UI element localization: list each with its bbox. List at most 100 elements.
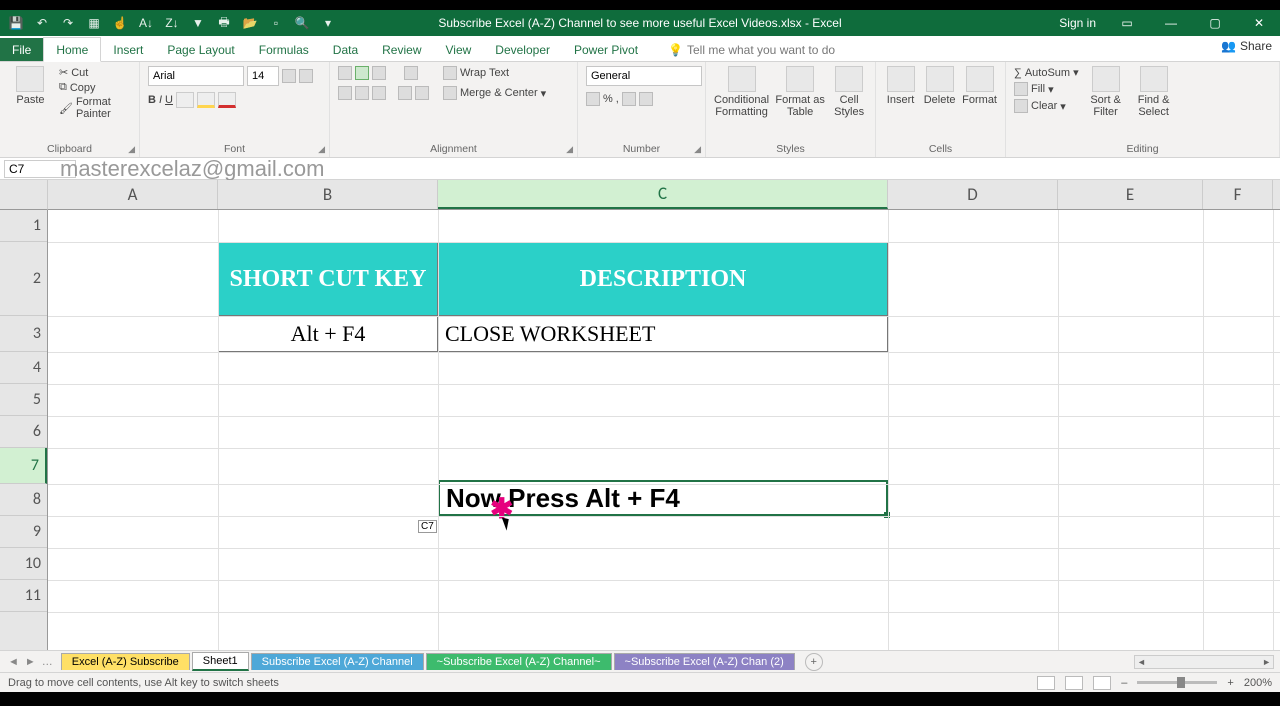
format-cells-button[interactable]: Format xyxy=(962,66,997,106)
align-top-icon[interactable] xyxy=(338,66,352,80)
grid[interactable]: SHORT CUT KEY DESCRIPTION Alt + F4 CLOSE… xyxy=(48,210,1280,650)
close-icon[interactable]: ✕ xyxy=(1246,16,1272,30)
tab-view[interactable]: View xyxy=(434,38,484,61)
row-header-3[interactable]: 3 xyxy=(0,316,47,352)
col-header-c[interactable]: C xyxy=(438,180,888,209)
align-left-icon[interactable] xyxy=(338,86,352,100)
qat-icon[interactable]: ▦ xyxy=(86,15,102,31)
decrease-decimal-icon[interactable] xyxy=(639,92,653,106)
sheet-tab-3[interactable]: Subscribe Excel (A-Z) Channel xyxy=(251,653,424,670)
tell-me[interactable]: 💡Tell me what you want to do xyxy=(656,38,847,61)
tab-page-layout[interactable]: Page Layout xyxy=(155,38,246,61)
font-color-button[interactable] xyxy=(218,92,236,108)
row-header-2[interactable]: 2 xyxy=(0,242,47,316)
fill-button[interactable]: Fill ▾ xyxy=(1014,82,1079,96)
copy-button[interactable]: ⧉Copy xyxy=(59,81,131,94)
align-center-icon[interactable] xyxy=(355,86,369,100)
format-as-table-button[interactable]: Format as Table xyxy=(775,66,825,118)
tab-nav-more-icon[interactable]: … xyxy=(42,656,53,668)
preview-icon[interactable]: 🔍 xyxy=(294,15,310,31)
sheet-tab-5[interactable]: ~Subscribe Excel (A-Z) Chan (2) xyxy=(614,653,795,670)
tab-file[interactable]: File xyxy=(0,38,43,61)
insert-cells-button[interactable]: Insert xyxy=(884,66,917,106)
touch-icon[interactable]: ☝ xyxy=(112,15,128,31)
border-button[interactable] xyxy=(176,92,194,108)
increase-decimal-icon[interactable] xyxy=(622,92,636,106)
currency-icon[interactable] xyxy=(586,92,600,106)
undo-icon[interactable]: ↶ xyxy=(34,15,50,31)
cell-styles-button[interactable]: Cell Styles xyxy=(831,66,867,118)
row-header-8[interactable]: 8 xyxy=(0,484,47,516)
cut-button[interactable]: ✂Cut xyxy=(59,66,131,79)
col-header-f[interactable]: F xyxy=(1203,180,1273,209)
cell-c7-selected[interactable]: Now Press Alt + F4 xyxy=(438,480,888,516)
new-sheet-button[interactable]: + xyxy=(805,653,823,671)
minimize-icon[interactable]: — xyxy=(1158,16,1184,30)
sheet-tab-2[interactable]: Sheet1 xyxy=(192,652,249,671)
filter-icon[interactable]: ▼ xyxy=(190,15,206,31)
qat-menu-icon[interactable]: ▾ xyxy=(320,15,336,31)
clear-button[interactable]: Clear ▾ xyxy=(1014,99,1079,113)
row-header-6[interactable]: 6 xyxy=(0,416,47,448)
format-painter-button[interactable]: 🖌Format Painter xyxy=(59,96,131,120)
tab-nav-next-icon[interactable]: ► xyxy=(25,656,36,668)
sign-in-link[interactable]: Sign in xyxy=(1059,16,1096,30)
save-icon[interactable]: 💾 xyxy=(8,15,24,31)
comma-icon[interactable]: , xyxy=(616,93,619,105)
row-header-7[interactable]: 7 xyxy=(0,448,47,484)
italic-button[interactable]: I xyxy=(159,94,162,106)
sort-asc-icon[interactable]: A↓ xyxy=(138,15,154,31)
maximize-icon[interactable]: ▢ xyxy=(1202,16,1228,30)
merge-center-button[interactable]: Merge & Center ▾ xyxy=(443,86,546,100)
number-format-select[interactable] xyxy=(586,66,702,86)
row-header-11[interactable]: 11 xyxy=(0,580,47,612)
col-header-e[interactable]: E xyxy=(1058,180,1203,209)
dialog-icon[interactable]: ◢ xyxy=(566,144,573,155)
col-header-b[interactable]: B xyxy=(218,180,438,209)
align-middle-icon[interactable] xyxy=(355,66,369,80)
row-header-4[interactable]: 4 xyxy=(0,352,47,384)
tab-formulas[interactable]: Formulas xyxy=(247,38,321,61)
tab-insert[interactable]: Insert xyxy=(101,38,155,61)
percent-icon[interactable]: % xyxy=(603,93,613,105)
increase-font-icon[interactable] xyxy=(282,69,296,83)
cell-b3[interactable]: Alt + F4 xyxy=(218,316,438,352)
cell-c3[interactable]: CLOSE WORKSHEET xyxy=(438,316,888,352)
col-header-d[interactable]: D xyxy=(888,180,1058,209)
zoom-slider[interactable] xyxy=(1137,681,1217,684)
zoom-in-button[interactable]: + xyxy=(1227,677,1233,689)
row-header-1[interactable]: 1 xyxy=(0,210,47,242)
sort-desc-icon[interactable]: Z↓ xyxy=(164,15,180,31)
paste-button[interactable]: Paste xyxy=(8,66,53,106)
tab-power-pivot[interactable]: Power Pivot xyxy=(562,38,650,61)
tab-developer[interactable]: Developer xyxy=(483,38,562,61)
sort-filter-button[interactable]: Sort & Filter xyxy=(1085,66,1127,118)
row-header-10[interactable]: 10 xyxy=(0,548,47,580)
underline-button[interactable]: U xyxy=(165,94,173,106)
tab-data[interactable]: Data xyxy=(321,38,370,61)
autosum-button[interactable]: ∑AutoSum ▾ xyxy=(1014,66,1079,79)
new-icon[interactable]: ▫ xyxy=(268,15,284,31)
find-select-button[interactable]: Find & Select xyxy=(1133,66,1175,118)
cell-b2-header[interactable]: SHORT CUT KEY xyxy=(218,242,438,316)
wrap-text-button[interactable]: Wrap Text xyxy=(443,66,546,80)
dialog-icon[interactable]: ◢ xyxy=(694,144,701,155)
normal-view-icon[interactable] xyxy=(1037,676,1055,690)
redo-icon[interactable]: ↷ xyxy=(60,15,76,31)
bold-button[interactable]: B xyxy=(148,94,156,106)
delete-cells-button[interactable]: Delete xyxy=(923,66,956,106)
page-break-view-icon[interactable] xyxy=(1093,676,1111,690)
align-bottom-icon[interactable] xyxy=(372,66,386,80)
select-all-corner[interactable] xyxy=(0,180,48,210)
worksheet-area[interactable]: ABCDEF 1234567891011 SHORT CUT KEY DESCR… xyxy=(0,180,1280,650)
row-header-5[interactable]: 5 xyxy=(0,384,47,416)
font-name-select[interactable] xyxy=(148,66,244,86)
increase-indent-icon[interactable] xyxy=(415,86,429,100)
sheet-tab-4[interactable]: ~Subscribe Excel (A-Z) Channel~ xyxy=(426,653,612,670)
zoom-level[interactable]: 200% xyxy=(1244,677,1272,689)
sheet-tab-1[interactable]: Excel (A-Z) Subscribe xyxy=(61,653,190,670)
ribbon-display-icon[interactable]: ▭ xyxy=(1114,16,1140,30)
font-size-select[interactable] xyxy=(247,66,279,86)
tab-nav-prev-icon[interactable]: ◄ xyxy=(8,656,19,668)
horizontal-scrollbar[interactable]: ◄► xyxy=(1134,655,1274,669)
